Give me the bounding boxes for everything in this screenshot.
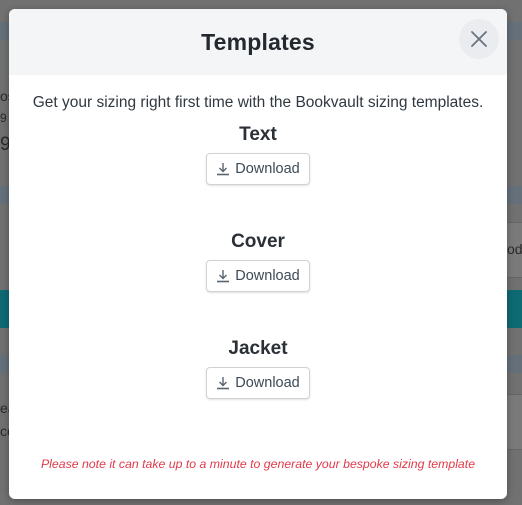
close-button[interactable] xyxy=(459,19,499,59)
modal-title: Templates xyxy=(201,28,315,55)
section-title: Cover xyxy=(231,231,285,252)
download-label: Download xyxy=(235,161,300,177)
download-icon xyxy=(217,163,230,176)
backdrop-text: od xyxy=(507,241,522,257)
download-icon xyxy=(217,377,230,390)
download-jacket-button[interactable]: Download xyxy=(206,367,310,399)
modal-intro: Get your sizing right first time with th… xyxy=(32,94,484,111)
generation-note: Please note it can take up to a minute t… xyxy=(40,457,476,471)
close-icon xyxy=(471,31,487,47)
section-title: Jacket xyxy=(228,338,288,359)
backdrop-text: 9 xyxy=(0,111,7,125)
download-label: Download xyxy=(235,375,300,391)
section-title: Text xyxy=(239,124,277,145)
download-text-button[interactable]: Download xyxy=(206,153,310,185)
modal-header: Templates xyxy=(9,9,507,75)
template-section-text: Text Download xyxy=(9,124,507,185)
download-label: Download xyxy=(235,268,300,284)
download-cover-button[interactable]: Download xyxy=(206,260,310,292)
templates-modal: Templates Get your sizing right first ti… xyxy=(9,9,507,499)
template-section-jacket: Jacket Download xyxy=(9,338,507,399)
template-section-cover: Cover Download xyxy=(9,231,507,292)
backdrop-panel xyxy=(505,394,522,450)
download-icon xyxy=(217,270,230,283)
